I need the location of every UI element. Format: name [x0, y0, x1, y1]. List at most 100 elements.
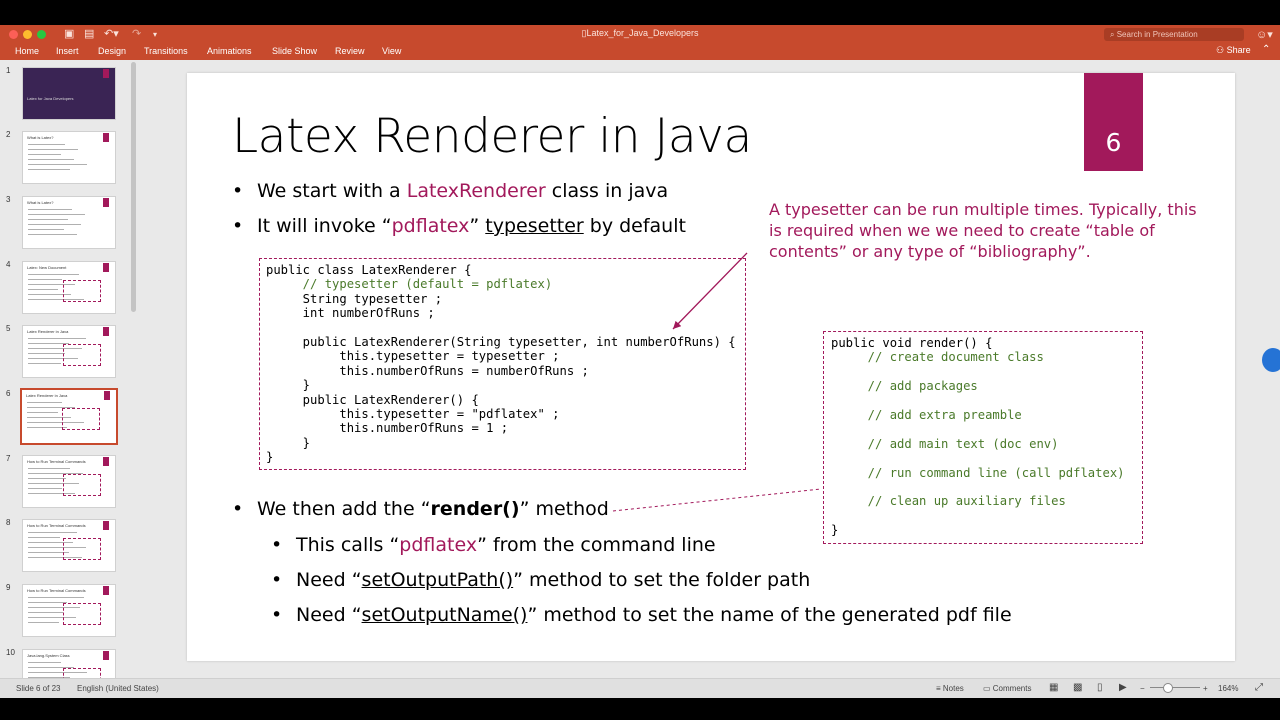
- thumbnail-text-line: [28, 164, 87, 165]
- thumbnail-code-box: [63, 603, 101, 625]
- language-status[interactable]: English (United States): [77, 684, 159, 693]
- thumbnail-number-mark: [103, 263, 109, 272]
- comments-icon: ▭: [983, 684, 993, 693]
- thumbnail-text-line: [28, 622, 59, 623]
- thumbnail-text-line: [28, 662, 61, 663]
- slideshow-icon[interactable]: ▶: [1119, 682, 1127, 693]
- thumbnail-text-line: [28, 229, 64, 230]
- slide-thumbnail-6[interactable]: Latex Renderer in Java: [20, 388, 118, 445]
- thumbnail-code-box: [63, 280, 101, 302]
- slide-thumbnail-8[interactable]: How to Run Terminal Commands: [22, 519, 116, 572]
- thumbnail-number: 5: [6, 324, 11, 333]
- thumbnail-number: 9: [6, 583, 11, 592]
- tab-review[interactable]: Review: [335, 46, 365, 56]
- thumbnail-text-line: [28, 144, 65, 145]
- thumbnail-text-line: [27, 412, 58, 413]
- zoom-out-icon[interactable]: −: [1140, 684, 1145, 693]
- thumbnail-number-mark: [104, 391, 110, 400]
- ribbon-tabs: [0, 44, 1280, 60]
- slide-count-status: Slide 6 of 23: [16, 684, 61, 693]
- zoom-in-icon[interactable]: +: [1203, 684, 1208, 693]
- slide-thumbnail-7[interactable]: How to Run Terminal Commands: [22, 455, 116, 508]
- tab-view[interactable]: View: [382, 46, 401, 56]
- reading-view-icon[interactable]: ▯: [1097, 682, 1103, 693]
- thumbnail-number: 1: [6, 66, 11, 75]
- notes-button[interactable]: ≡ Notes: [936, 684, 964, 693]
- thumbnail-code-box: [63, 538, 101, 560]
- fit-to-window-icon[interactable]: ⤢: [1255, 682, 1263, 693]
- share-button[interactable]: ⚇ Share: [1216, 45, 1251, 56]
- thumbnail-title: How to Run Terminal Commands: [27, 459, 86, 464]
- thumbnail-title: Java.lang.System Class: [27, 653, 70, 658]
- tab-home[interactable]: Home: [15, 46, 39, 56]
- thumbnail-code-box: [63, 344, 101, 366]
- thumbnail-text-line: [28, 159, 74, 160]
- thumbnail-text-line: [28, 149, 78, 150]
- thumbnail-number: 6: [6, 389, 11, 398]
- thumbnail-text-line: [28, 224, 81, 225]
- thumbnail-text-line: [28, 468, 70, 469]
- thumbnail-number: 8: [6, 518, 11, 527]
- thumbnail-number-mark: [103, 69, 109, 78]
- tab-slide-show[interactable]: Slide Show: [272, 46, 317, 56]
- thumbnail-text-line: [28, 154, 61, 155]
- thumbnail-text-line: [28, 353, 65, 354]
- thumbnail-title: How to Run Terminal Commands: [27, 588, 86, 593]
- tab-design[interactable]: Design: [98, 46, 126, 56]
- normal-view-icon[interactable]: ▦: [1049, 682, 1058, 693]
- thumbnail-text-line: [28, 209, 72, 210]
- thumbnail-number-mark: [103, 133, 109, 142]
- note-arrow: [672, 252, 748, 330]
- thumbnail-text-line: [28, 169, 70, 170]
- thumbnail-text-line: [27, 427, 67, 428]
- slide-thumbnail-3[interactable]: What is Latex?: [22, 196, 116, 249]
- document-title: ▯ Latex_for_Java_Developers: [581, 28, 699, 38]
- zoom-slider[interactable]: [1150, 687, 1200, 688]
- status-bar: Slide 6 of 23 English (United States) ≡ …: [0, 678, 1280, 698]
- thumbnail-number: 2: [6, 130, 11, 139]
- thumbnail-number: 4: [6, 260, 11, 269]
- thumbnail-title: What is Latex?: [27, 135, 54, 140]
- thumbnail-text-line: [28, 289, 58, 290]
- search-input[interactable]: ⌕ Search in Presentation: [1104, 28, 1244, 41]
- thumbnail-text-line: [28, 612, 63, 613]
- thumbnail-text-line: [28, 597, 84, 598]
- notes-icon: ≡: [936, 684, 943, 693]
- thumbnail-text-line: [28, 488, 62, 489]
- slide-sorter-icon[interactable]: ▩: [1073, 682, 1082, 693]
- slide-thumbnail-2[interactable]: What is Latex?: [22, 131, 116, 184]
- thumbnail-code-box: [62, 408, 100, 430]
- thumbnail-text-line: [28, 274, 79, 275]
- slide-thumbnail-1[interactable]: Latex for Java Developers: [22, 67, 116, 120]
- zoom-slider-thumb[interactable]: [1163, 683, 1173, 693]
- thumbnail-number: 7: [6, 454, 11, 463]
- thumbnail-text-line: [28, 214, 85, 215]
- thumbnail-text-line: [28, 338, 86, 339]
- dropbox-badge-icon[interactable]: [1262, 348, 1280, 372]
- render-dashed-connector: [612, 488, 822, 512]
- share-icon: ⚇: [1216, 45, 1227, 55]
- thumbnail-text-line: [28, 602, 67, 603]
- comments-button[interactable]: ▭ Comments: [983, 684, 1031, 693]
- slide-thumbnail-4[interactable]: Latex: New Document: [22, 261, 116, 314]
- tab-transitions[interactable]: Transitions: [144, 46, 188, 56]
- thumbnail-scrollbar[interactable]: [131, 62, 136, 312]
- slide-thumbnail-9[interactable]: How to Run Terminal Commands: [22, 584, 116, 637]
- thumbnail-title: Latex Renderer in Java: [27, 329, 69, 334]
- tab-insert[interactable]: Insert: [56, 46, 79, 56]
- collapse-ribbon-icon[interactable]: ⌃: [1262, 44, 1270, 55]
- feedback-smiley-icon[interactable]: ☺▾: [1256, 28, 1273, 41]
- thumbnail-text-line: [28, 537, 60, 538]
- powerpoint-window: ▣ ▤ ↶▾ ↷ ▾ ▯ Latex_for_Java_Developers ⌕…: [0, 0, 1280, 698]
- thumbnail-title: How to Run Terminal Commands: [27, 523, 86, 528]
- zoom-level[interactable]: 164%: [1218, 684, 1238, 693]
- slide-thumbnail-5[interactable]: Latex Renderer in Java: [22, 325, 116, 378]
- thumbnail-title: What is Latex?: [27, 200, 54, 205]
- thumbnail-title: Latex for Java Developers: [27, 96, 74, 101]
- slide-canvas[interactable]: Latex Renderer in Java 6 • We start with …: [187, 73, 1235, 661]
- thumbnail-number-mark: [103, 651, 109, 660]
- search-icon: ⌕: [1110, 30, 1117, 39]
- thumbnail-text-line: [28, 219, 68, 220]
- thumbnail-title: Latex Renderer in Java: [26, 393, 68, 398]
- tab-animations[interactable]: Animations: [207, 46, 252, 56]
